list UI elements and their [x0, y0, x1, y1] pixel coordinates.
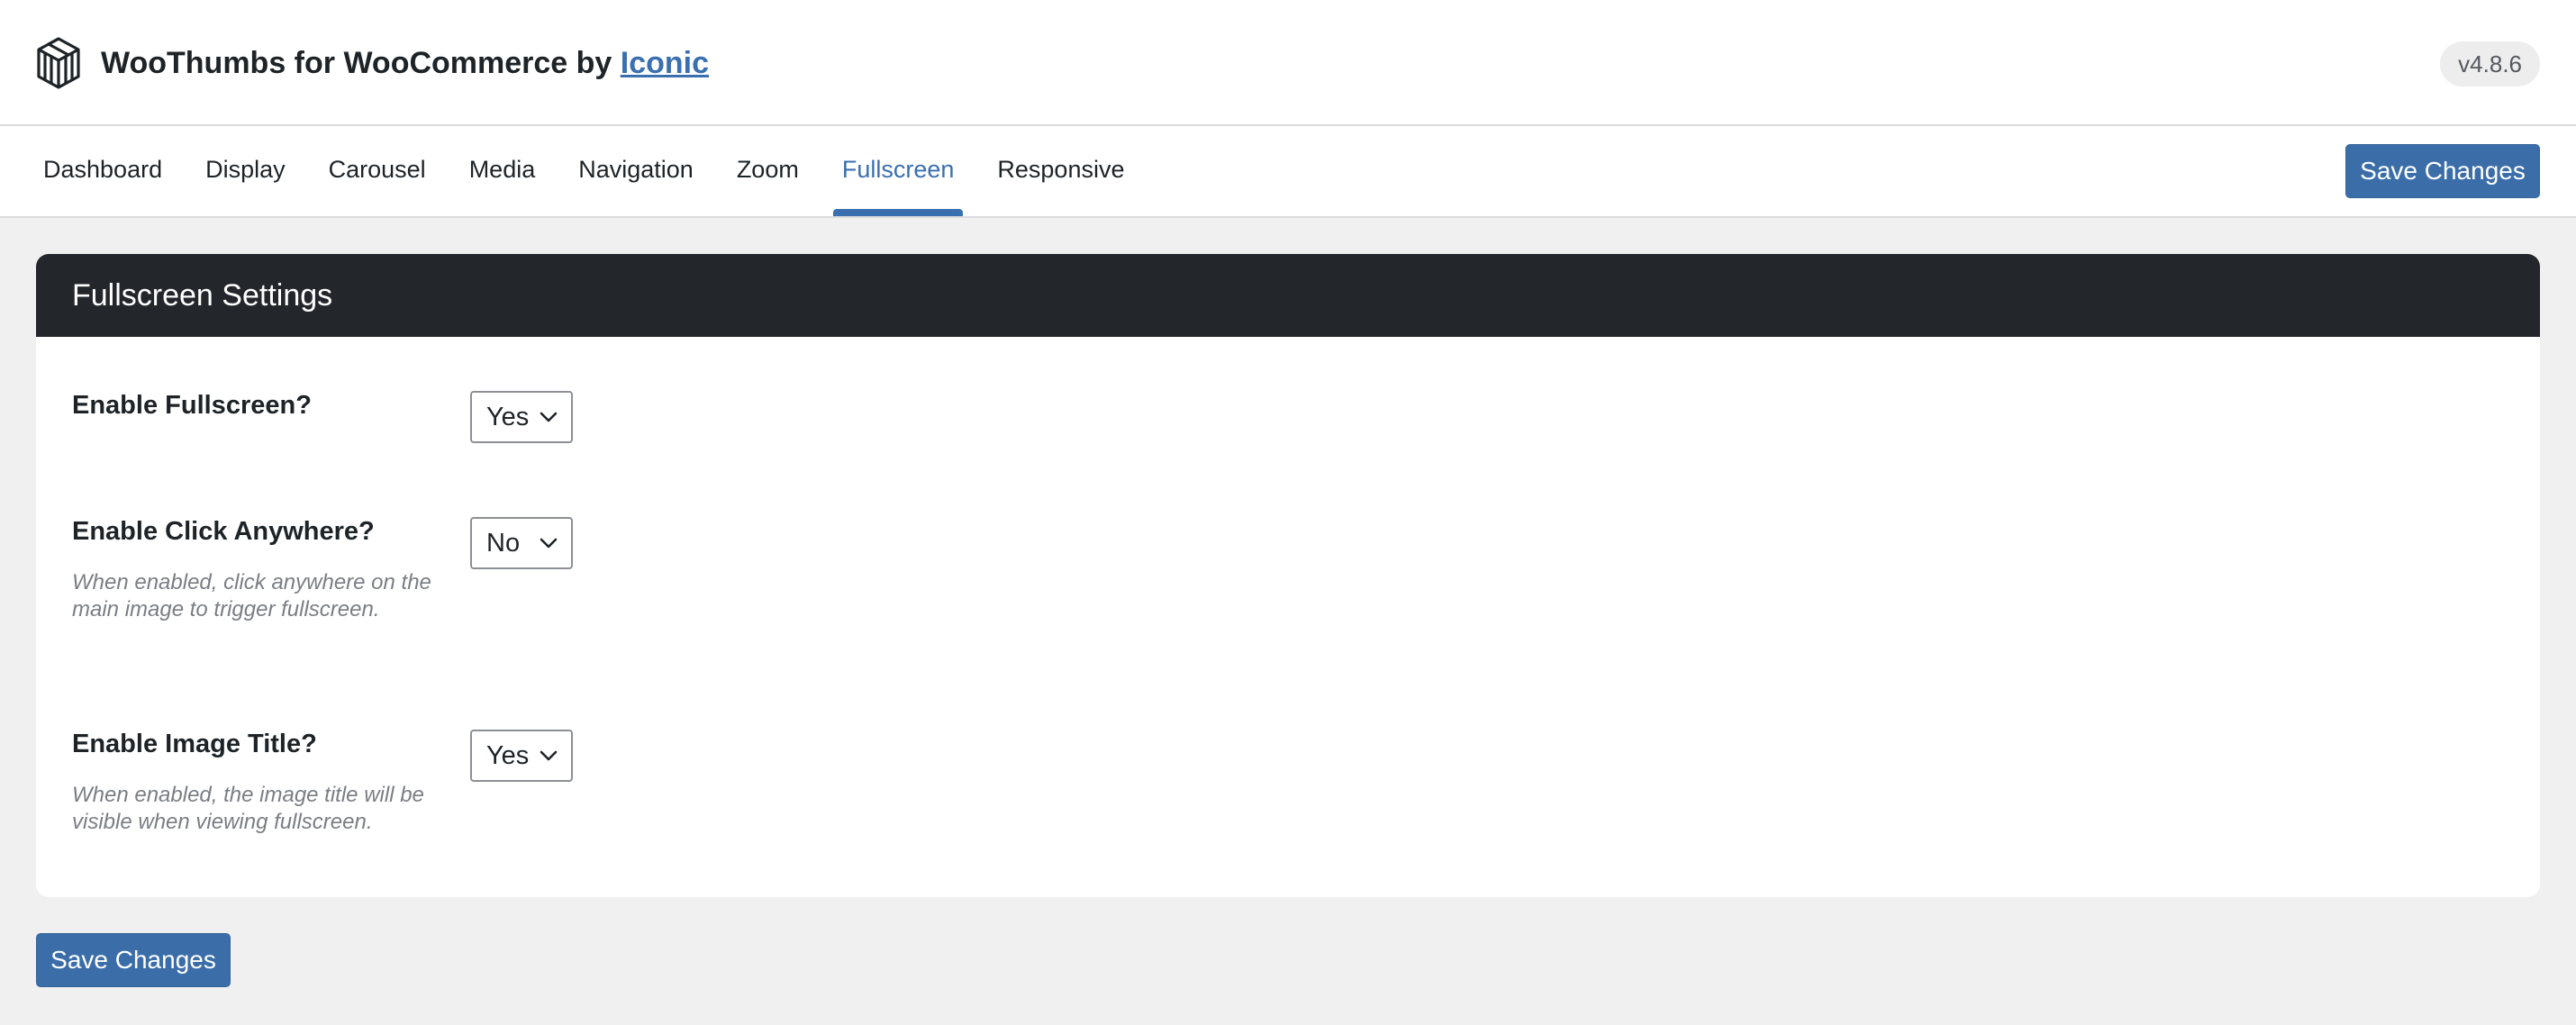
chevron-down-icon — [540, 412, 558, 422]
tab-responsive[interactable]: Responsive — [981, 126, 1140, 216]
tab-navigation[interactable]: Navigation — [562, 126, 710, 216]
tab-media[interactable]: Media — [453, 126, 552, 216]
setting-label: Enable Click Anywhere? — [72, 517, 375, 546]
enable-image-title-select[interactable]: Yes — [470, 730, 573, 782]
app-header: WooThumbs for WooCommerce by Iconic v4.8… — [0, 0, 2576, 126]
save-changes-button-top[interactable]: Save Changes — [2345, 144, 2540, 198]
setting-enable-fullscreen: Enable Fullscreen? — [72, 387, 312, 423]
section-title: Fullscreen Settings — [36, 254, 2540, 337]
select-value: Yes — [486, 741, 530, 770]
setting-label: Enable Image Title? — [72, 730, 317, 758]
select-value: No — [486, 529, 521, 558]
version-badge: v4.8.6 — [2440, 41, 2540, 86]
save-changes-button-bottom[interactable]: Save Changes — [36, 933, 231, 987]
chevron-down-icon — [540, 538, 558, 549]
tab-zoom[interactable]: Zoom — [721, 126, 815, 216]
setting-description: When enabled, click anywhere on the main… — [72, 570, 431, 621]
tab-dashboard[interactable]: Dashboard — [27, 126, 178, 216]
setting-description: When enabled, the image title will be vi… — [72, 783, 424, 834]
app-title: WooThumbs for WooCommerce by Iconic — [101, 41, 709, 85]
app-title-text: WooThumbs for WooCommerce by — [101, 46, 621, 80]
tab-list: Dashboard Display Carousel Media Navigat… — [27, 126, 1151, 216]
setting-enable-image-title: Enable Image Title? When enabled, the im… — [72, 726, 432, 836]
select-value: Yes — [486, 403, 530, 431]
iconic-link[interactable]: Iconic — [621, 46, 709, 80]
tab-carousel[interactable]: Carousel — [313, 126, 442, 216]
setting-enable-click-anywhere: Enable Click Anywhere? When enabled, cli… — [72, 513, 432, 623]
fullscreen-settings-card: Fullscreen Settings Enable Fullscreen? Y… — [36, 254, 2540, 897]
enable-fullscreen-select[interactable]: Yes — [470, 391, 573, 443]
tabs-bar: Dashboard Display Carousel Media Navigat… — [0, 126, 2576, 218]
tab-display[interactable]: Display — [189, 126, 302, 216]
chevron-down-icon — [540, 750, 558, 761]
iconic-cube-logo-icon — [37, 37, 80, 89]
tab-fullscreen[interactable]: Fullscreen — [826, 126, 971, 216]
enable-click-anywhere-select[interactable]: No — [470, 517, 573, 569]
setting-label: Enable Fullscreen? — [72, 391, 312, 420]
